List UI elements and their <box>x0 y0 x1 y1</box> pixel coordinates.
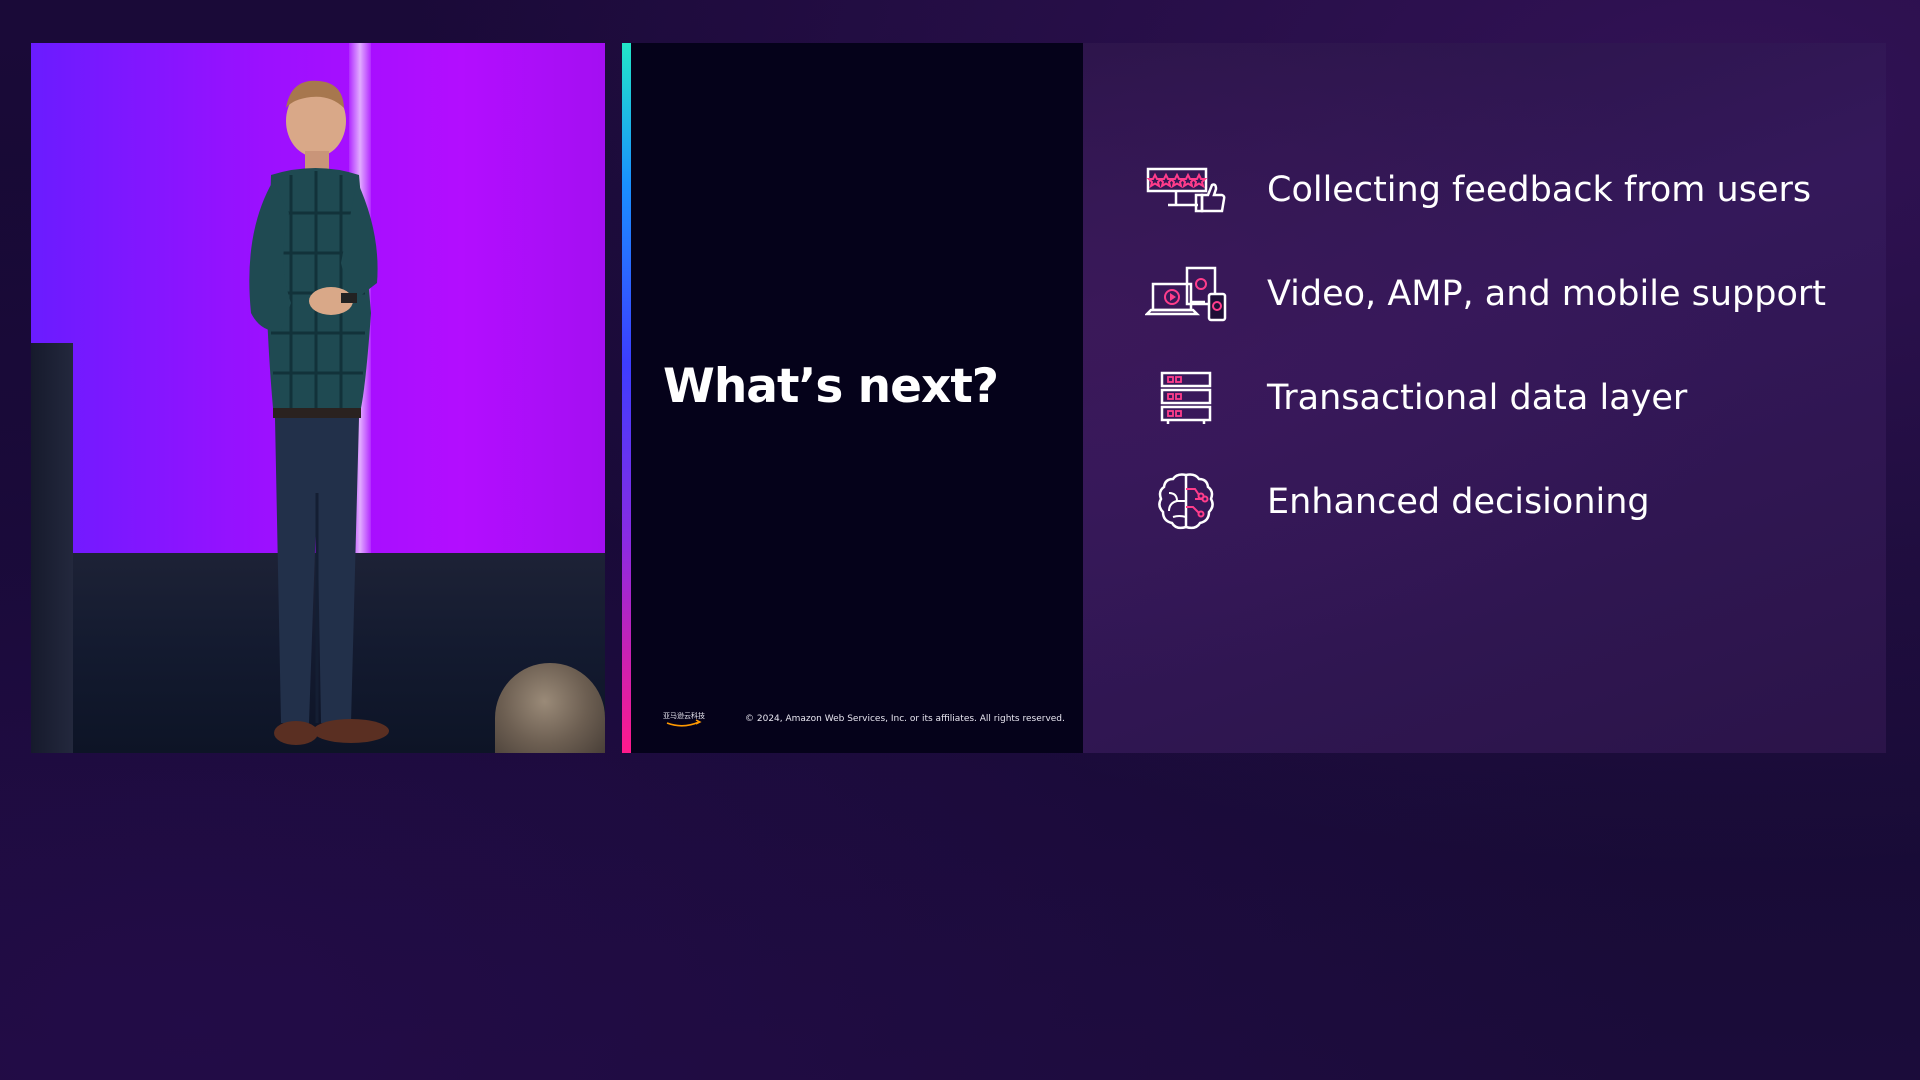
agenda-item-label: Transactional data layer <box>1267 378 1688 418</box>
presentation-slide: What’s next? 亚马逊云科技 © 2024, Amazon Web S… <box>622 43 1886 753</box>
copyright-notice: © 2024, Amazon Web Services, Inc. or its… <box>745 714 1065 724</box>
agenda-list: Collecting feedback from users Video, AM… <box>1143 138 1863 554</box>
speaker-figure <box>249 80 389 745</box>
agenda-item-video-amp-mobile: Video, AMP, and mobile support <box>1143 242 1863 346</box>
agenda-item-label: Video, AMP, and mobile support <box>1267 274 1826 314</box>
slide-content-panel: Collecting feedback from users Video, AM… <box>1083 43 1886 753</box>
slide-title: What’s next? <box>663 359 999 414</box>
brain-circuit-icon <box>1143 469 1229 535</box>
slide-accent-bar <box>622 43 631 753</box>
agenda-item-label: Collecting feedback from users <box>1267 170 1812 210</box>
agenda-item-feedback: Collecting feedback from users <box>1143 138 1863 242</box>
multi-device-video-icon <box>1143 261 1229 327</box>
speaker-video-feed <box>31 43 605 753</box>
presentation-stage: What’s next? 亚马逊云科技 © 2024, Amazon Web S… <box>0 0 1920 1080</box>
agenda-item-decisioning: Enhanced decisioning <box>1143 450 1863 554</box>
agenda-item-data-layer: Transactional data layer <box>1143 346 1863 450</box>
slide-title-panel: What’s next? 亚马逊云科技 © 2024, Amazon Web S… <box>631 43 1083 753</box>
server-stack-icon <box>1143 365 1229 431</box>
feedback-rating-thumbs-up-icon <box>1143 157 1229 223</box>
agenda-item-label: Enhanced decisioning <box>1267 482 1650 522</box>
podium <box>31 343 73 753</box>
aws-china-logo: 亚马逊云科技 <box>663 711 709 727</box>
